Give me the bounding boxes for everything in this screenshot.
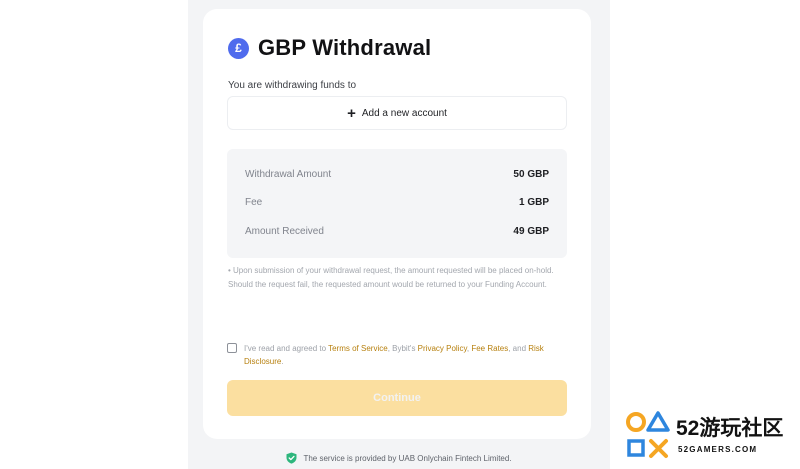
page-title: GBP Withdrawal [258, 35, 432, 60]
agreement-checkbox[interactable] [227, 343, 237, 353]
summary-row-withdrawal-amount: Withdrawal Amount 50 GBP [245, 169, 549, 180]
agreement-suffix: . [281, 357, 284, 366]
withdrawal-summary: Withdrawal Amount 50 GBP Fee 1 GBP Amoun… [227, 149, 567, 258]
fee-rates-link[interactable]: Fee Rates [471, 344, 508, 353]
watermark-url: 52GAMERS.COM [678, 445, 758, 454]
summary-row-amount-received: Amount Received 49 GBP [245, 226, 549, 237]
summary-value: 1 GBP [518, 197, 549, 208]
agreement-mid1: , Bybit's [387, 344, 418, 353]
agreement-row: I've read and agreed to Terms of Service… [227, 342, 566, 368]
plus-icon: + [347, 104, 356, 122]
add-account-button[interactable]: + Add a new account [227, 96, 567, 130]
summary-label: Amount Received [245, 226, 324, 237]
withdraw-to-label: You are withdrawing funds to [228, 80, 357, 91]
agreement-text: I've read and agreed to Terms of Service… [244, 342, 566, 368]
summary-label: Withdrawal Amount [245, 169, 332, 180]
summary-value: 49 GBP [513, 226, 549, 237]
title-row: £ GBP Withdrawal [228, 35, 431, 61]
watermark-title: 52游玩社区 [676, 417, 784, 440]
footer-text: The service is provided by UAB Onlychain… [303, 453, 512, 463]
privacy-policy-link[interactable]: Privacy Policy [418, 344, 467, 353]
continue-button[interactable]: Continue [227, 380, 567, 416]
summary-row-fee: Fee 1 GBP [245, 197, 549, 208]
terms-of-service-link[interactable]: Terms of Service [328, 344, 388, 353]
hold-notice: • Upon submission of your withdrawal req… [228, 266, 554, 289]
footer: The service is provided by UAB Onlychain… [188, 452, 610, 464]
summary-value: 50 GBP [513, 169, 549, 180]
game-symbols-icon [626, 411, 670, 458]
agreement-prefix: I've read and agreed to [244, 344, 329, 353]
agreement-mid3: , and [508, 344, 529, 353]
watermark-logo: 52游玩社区 52GAMERS.COM [620, 408, 796, 464]
add-account-label: Add a new account [361, 107, 447, 119]
summary-label: Fee [245, 197, 263, 208]
pound-currency-icon: £ [228, 37, 249, 59]
shield-check-icon [286, 452, 297, 464]
